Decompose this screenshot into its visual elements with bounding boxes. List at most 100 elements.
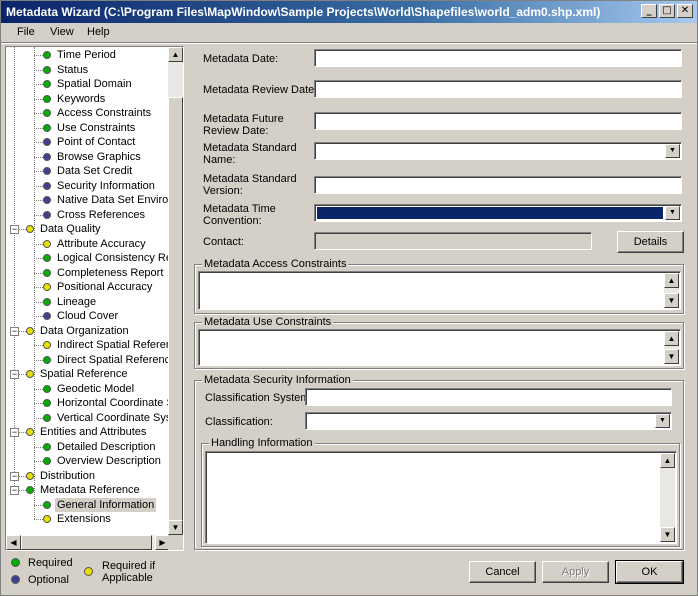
required-dot-icon [43, 51, 51, 59]
required-dot-icon [43, 123, 51, 132]
tree-item-label: Detailed Description [57, 440, 156, 453]
optional-dot-icon [43, 138, 51, 146]
use-constraints-title: Metadata Use Constraints [202, 316, 334, 328]
scroll-up-icon[interactable]: ▲ [168, 47, 183, 62]
minimize-button[interactable]: _ [641, 4, 657, 18]
tree-connector [34, 127, 43, 129]
standard-version-field[interactable] [314, 176, 682, 194]
access-constraints-scrollbar[interactable]: ▲ ▼ [664, 273, 679, 308]
menu-view[interactable]: View [50, 26, 74, 38]
collapse-icon[interactable]: − [10, 471, 19, 481]
optional-dot-icon [43, 181, 51, 190]
tree-item-label: Lineage [57, 295, 97, 308]
title-bar: Metadata Wizard (C:\Program Files\MapWin… [1, 1, 697, 23]
tree-horizontal-scrollbar[interactable]: ◀ ▶ [6, 535, 170, 550]
tree-connector [34, 403, 43, 404]
classification-system-field[interactable] [305, 388, 672, 406]
tree-connector [34, 258, 43, 259]
handling-info-title: Handling Information [209, 437, 315, 449]
tree-connector [14, 47, 15, 490]
tree-item-label: General Information [55, 497, 157, 512]
use-constraints-scrollbar[interactable]: ▲ ▼ [664, 331, 679, 364]
menu-help[interactable]: Help [87, 26, 110, 38]
tree-item-label: Point of Contact [57, 136, 136, 148]
collapse-icon[interactable]: − [10, 370, 19, 379]
scroll-up-icon[interactable]: ▲ [664, 331, 679, 346]
classification-select[interactable]: ▼ [305, 412, 672, 430]
tree-item-label: Distribution [40, 469, 96, 482]
close-button[interactable]: ✕ [677, 4, 693, 18]
standard-name-label-2: Name: [203, 154, 236, 166]
applicable-dot-icon [26, 225, 34, 233]
scroll-down-icon[interactable]: ▼ [168, 520, 183, 535]
future-review-label-2: Review Date: [203, 125, 269, 137]
apply-button[interactable]: Apply [542, 561, 609, 583]
tree-connector [34, 345, 43, 346]
time-convention-label-1: Metadata Time [203, 203, 276, 215]
tree-scroll-thumb[interactable] [168, 97, 183, 535]
details-button[interactable]: Details [617, 231, 684, 253]
tree-connector [34, 171, 43, 172]
tree-vertical-scrollbar[interactable]: ▲ ▼ [168, 47, 183, 535]
collapse-icon[interactable]: − [10, 428, 19, 437]
tree-content: Time Period Status Spatial Domain Keywords A… [6, 47, 170, 535]
tree-item-label: Status [57, 63, 89, 76]
collapse-icon[interactable]: − [10, 486, 19, 495]
tree-item-label: Spatial Reference [40, 368, 128, 380]
required-dot-icon [43, 297, 51, 306]
scroll-up-icon[interactable]: ▲ [660, 453, 675, 468]
tree-connector [34, 98, 43, 100]
applicable-dot-icon [26, 471, 34, 480]
scroll-down-icon[interactable]: ▼ [660, 527, 675, 542]
tree-connector [34, 84, 43, 85]
applicable-dot-icon [43, 341, 51, 349]
access-constraints-textarea[interactable]: ▲ ▼ [198, 271, 681, 310]
section-tree[interactable]: Time Period Status Spatial Domain Keywords A… [5, 46, 184, 551]
security-info-title: Metadata Security Information [202, 374, 353, 386]
chevron-down-icon[interactable]: ▼ [665, 206, 680, 220]
tree-connector [34, 113, 43, 114]
scroll-down-icon[interactable]: ▼ [664, 349, 679, 364]
cancel-button[interactable]: Cancel [469, 561, 536, 583]
optional-dot-icon [43, 196, 51, 204]
time-convention-select[interactable]: ▼ [314, 204, 682, 222]
tree-connector [34, 185, 43, 187]
required-dot-icon [26, 486, 34, 494]
menu-file[interactable]: File [17, 26, 35, 38]
collapse-icon[interactable]: − [10, 225, 19, 234]
legend-required: Required [28, 557, 73, 569]
required-dot-icon [43, 109, 51, 117]
required-dot-icon [43, 355, 51, 364]
tree-connector [18, 229, 26, 230]
review-date-field[interactable] [314, 80, 682, 98]
window-title: Metadata Wizard (C:\Program Files\MapWin… [6, 5, 601, 19]
metadata-date-field[interactable] [314, 49, 682, 67]
chevron-down-icon[interactable]: ▼ [655, 414, 670, 428]
tree-item-label: Cross References [57, 208, 146, 221]
applicable-dot-icon [43, 283, 51, 291]
tree-connector [34, 156, 43, 158]
optional-dot-icon [43, 167, 51, 175]
scroll-left-icon[interactable]: ◀ [6, 535, 21, 550]
ok-button[interactable]: OK [615, 560, 684, 584]
tree-connector [18, 490, 26, 491]
tree-hscroll-thumb[interactable] [21, 535, 152, 550]
standard-name-select[interactable]: ▼ [314, 142, 682, 160]
scroll-down-icon[interactable]: ▼ [664, 293, 679, 308]
handling-info-scrollbar[interactable]: ▲ ▼ [660, 453, 675, 542]
menu-separator [1, 42, 697, 44]
tree-connector [34, 417, 43, 419]
tree-connector [34, 55, 43, 56]
scroll-up-icon[interactable]: ▲ [664, 273, 679, 288]
tree-connector [34, 47, 35, 519]
classification-label: Classification: [205, 416, 273, 428]
chevron-down-icon[interactable]: ▼ [665, 144, 680, 158]
use-constraints-textarea[interactable]: ▲ ▼ [198, 329, 681, 366]
future-review-date-field[interactable] [314, 112, 682, 130]
required-dot-icon [11, 558, 20, 567]
maximize-button[interactable]: □ [659, 4, 675, 18]
collapse-icon[interactable]: − [10, 326, 19, 336]
contact-field [314, 232, 592, 250]
handling-info-textarea[interactable]: ▲ ▼ [205, 451, 677, 544]
required-dot-icon [43, 80, 51, 88]
